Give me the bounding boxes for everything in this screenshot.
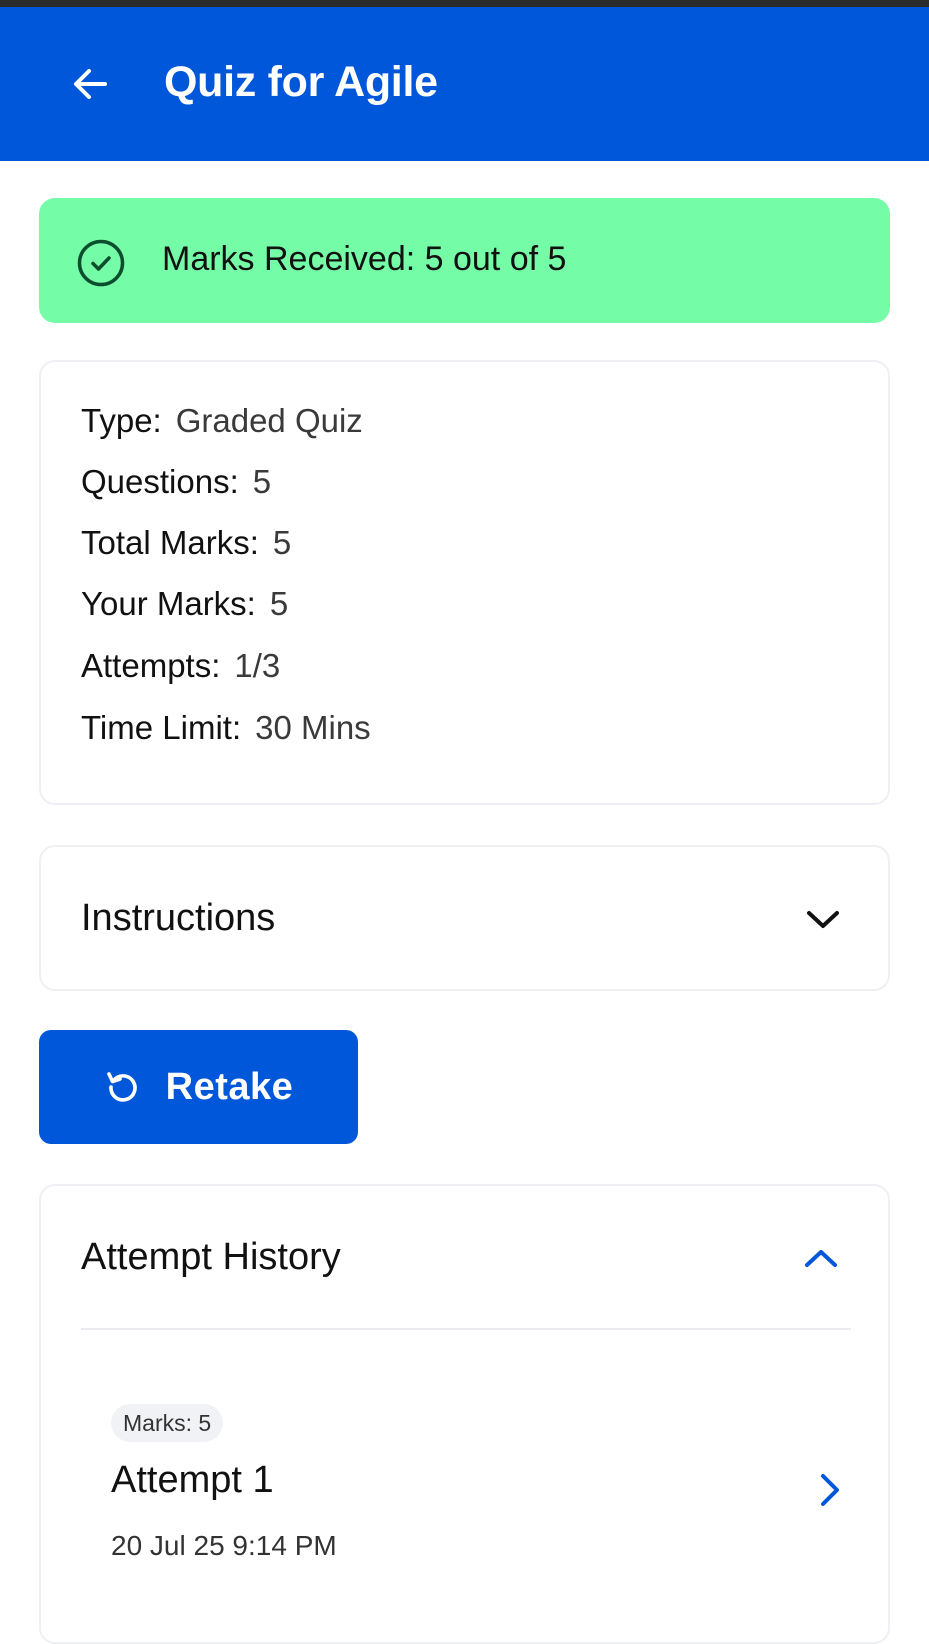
- back-button[interactable]: [68, 61, 114, 107]
- chevron-right-icon[interactable]: [813, 1468, 847, 1512]
- chevron-down-icon[interactable]: [801, 897, 845, 941]
- instructions-title: Instructions: [81, 897, 276, 939]
- status-bar: [0, 0, 929, 7]
- arrow-left-icon: [74, 69, 107, 99]
- detail-row-attempts: Attempts: 1/3: [81, 647, 280, 685]
- attempt-history-panel: Attempt History Marks: 5 Attempt 1 20 Ju…: [39, 1184, 890, 1644]
- attempt-date: 20 Jul 25 9:14 PM: [111, 1530, 337, 1561]
- retake-icon: [106, 1072, 137, 1102]
- detail-label: Your Marks:: [81, 585, 256, 622]
- detail-row-total-marks: Total Marks: 5: [81, 524, 291, 562]
- detail-row-type: Type: Graded Quiz: [81, 402, 363, 440]
- check-circle-icon: [77, 239, 125, 287]
- detail-row-your-marks: Your Marks: 5: [81, 585, 288, 623]
- detail-value: Graded Quiz: [175, 402, 363, 439]
- marks-received-banner: Marks Received: 5 out of 5: [39, 198, 890, 323]
- attempt-name: Attempt 1: [111, 1459, 274, 1501]
- detail-label: Total Marks:: [81, 524, 259, 561]
- retake-button[interactable]: Retake: [39, 1030, 358, 1144]
- detail-label: Attempts:: [81, 647, 221, 684]
- page-title: Quiz for Agile: [164, 58, 438, 106]
- instructions-accordion[interactable]: Instructions: [39, 845, 890, 991]
- detail-label: Time Limit:: [81, 709, 242, 746]
- retake-label: Retake: [165, 1065, 294, 1108]
- detail-label: Questions:: [81, 463, 239, 500]
- detail-row-questions: Questions: 5: [81, 463, 271, 501]
- detail-value: 5: [272, 524, 292, 561]
- detail-row-time-limit: Time Limit: 30 Mins: [81, 709, 371, 747]
- divider: [81, 1328, 851, 1330]
- detail-value: 5: [269, 585, 289, 622]
- attempt-item[interactable]: Marks: 5 Attempt 1 20 Jul 25 9:14 PM: [111, 1404, 839, 1584]
- app-bar: Quiz for Agile: [0, 7, 929, 161]
- quiz-details-card: Type: Graded Quiz Questions: 5 Total Marks…: [39, 360, 890, 805]
- chevron-up-icon[interactable]: [799, 1236, 843, 1280]
- detail-value: 30 Mins: [255, 709, 371, 746]
- detail-value: 1/3: [234, 647, 281, 684]
- marks-badge: Marks: 5: [111, 1404, 224, 1442]
- detail-value: 5: [252, 463, 272, 500]
- attempt-history-title: Attempt History: [81, 1236, 341, 1278]
- detail-label: Type:: [81, 402, 162, 439]
- marks-received-text: Marks Received: 5 out of 5: [162, 240, 567, 278]
